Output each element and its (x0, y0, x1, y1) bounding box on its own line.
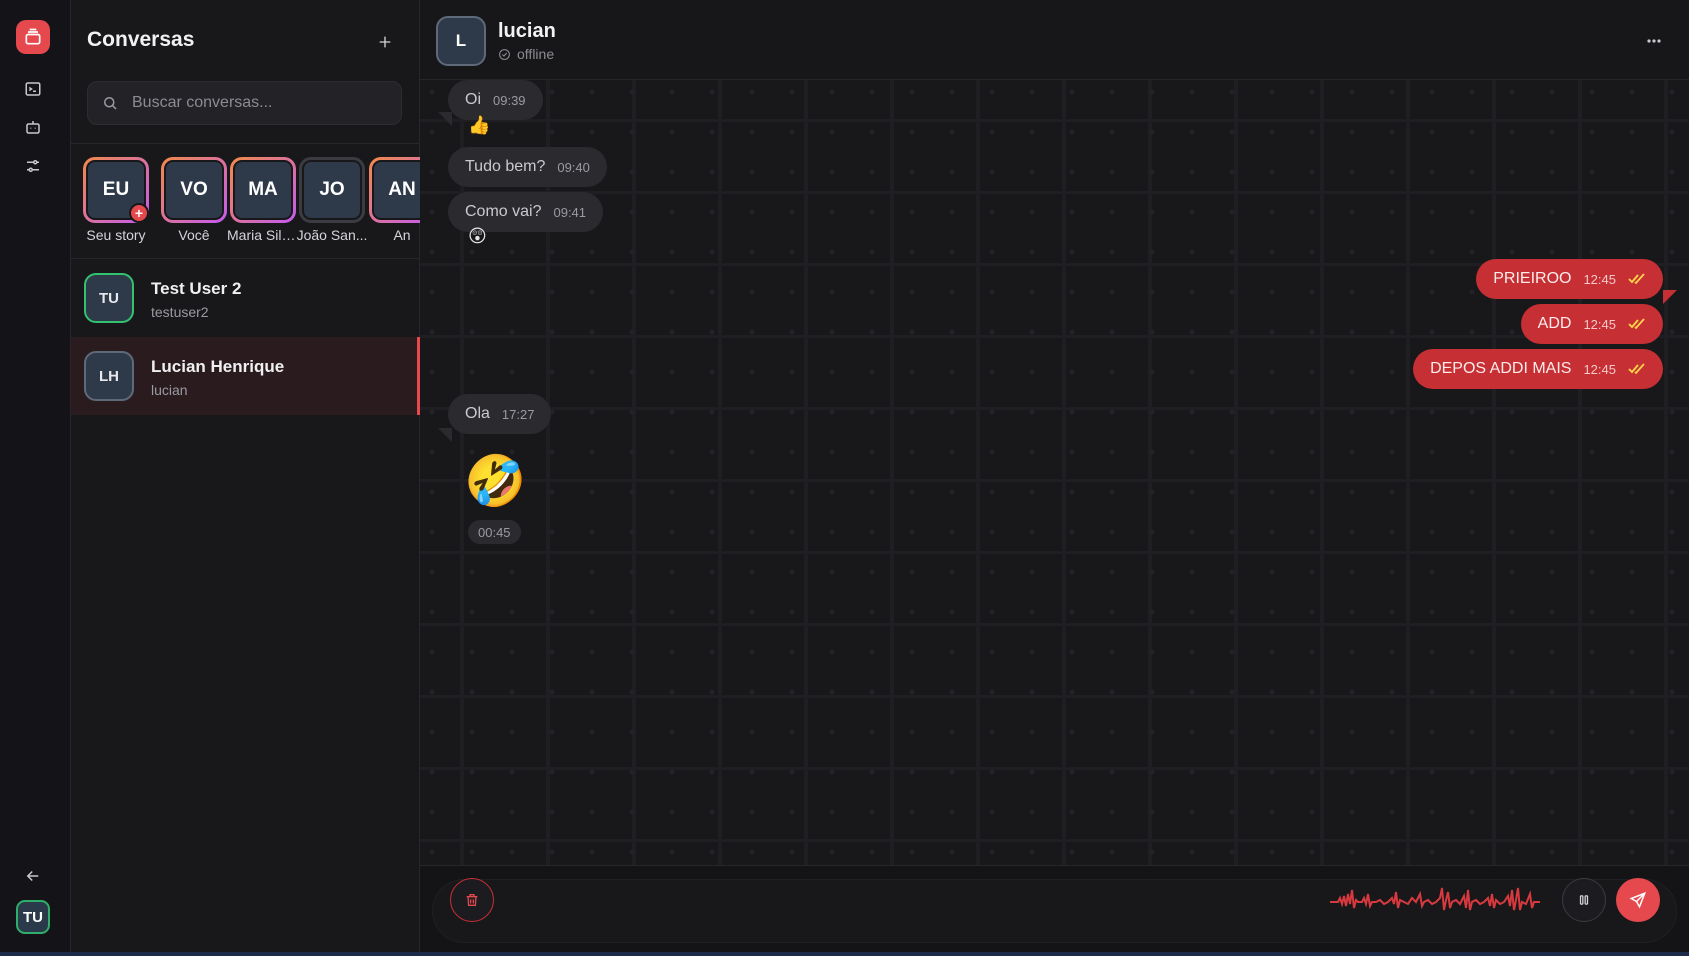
story-item[interactable]: MA Maria Silv... (227, 157, 299, 243)
contact-status: offline (498, 46, 554, 62)
more-icon (1647, 39, 1661, 43)
message-time: 12:45 (1583, 271, 1616, 287)
story-own[interactable]: EU + Seu story (80, 157, 152, 243)
terminal-icon[interactable] (20, 76, 46, 102)
message-time: 12:45 (1583, 316, 1616, 332)
send-icon (1629, 891, 1647, 909)
avatar: TU (84, 273, 134, 323)
story-initials: AN (388, 179, 416, 200)
chat-header: L lucian offline (420, 0, 1689, 80)
message-outgoing[interactable]: DEPOS ADDI MAIS 12:45 (1413, 349, 1663, 389)
discard-recording-button[interactable] (450, 878, 494, 922)
add-story-icon[interactable]: + (129, 203, 149, 223)
chat-panel: L lucian offline Oi 09:39 👍 Tudo bem? 09… (420, 0, 1689, 956)
inbox-icon[interactable] (16, 20, 50, 54)
pause-recording-button[interactable] (1562, 878, 1606, 922)
contact-avatar[interactable]: L (436, 16, 486, 66)
message-incoming[interactable]: Tudo bem? 09:40 (448, 147, 607, 187)
message-text: ADD (1537, 315, 1572, 332)
contact-name: lucian (498, 20, 556, 42)
message-text: Como vai? (465, 203, 542, 220)
user-avatar[interactable]: TU (16, 900, 50, 934)
message-text: Oi (465, 91, 481, 108)
story-label: Seu story (86, 227, 146, 243)
avatar: LH (84, 351, 134, 401)
more-options-button[interactable] (1641, 28, 1667, 54)
bubble-tail (1663, 290, 1677, 304)
bot-icon[interactable] (20, 114, 46, 140)
story-label: João San... (296, 227, 368, 243)
pause-icon (1579, 895, 1589, 905)
story-label: Maria Silv... (227, 227, 299, 243)
message-time: 09:39 (493, 92, 526, 108)
sidebar-title: Conversas (87, 28, 195, 51)
nav-rail: TU (0, 0, 71, 956)
app-root: TU Conversas EU + Seu story VO Você MA (0, 0, 1689, 956)
stories-row: EU + Seu story VO Você MA Maria Silv... J… (80, 157, 420, 247)
arrow-left-icon[interactable] (20, 863, 46, 889)
message-time: 12:45 (1583, 361, 1616, 377)
conversation-username: testuser2 (151, 304, 209, 320)
new-conversation-button[interactable] (373, 30, 397, 54)
message-text: DEPOS ADDI MAIS (1430, 360, 1572, 377)
audio-waveform (1330, 887, 1540, 911)
status-text: offline (517, 46, 555, 62)
divider (71, 143, 420, 144)
message-time: 09:40 (557, 159, 590, 175)
search-input[interactable] (132, 82, 401, 124)
double-check-icon (1628, 273, 1645, 285)
message-text: Tudo bem? (465, 158, 546, 175)
search-icon (88, 94, 132, 112)
story-item[interactable]: JO João San... (296, 157, 368, 243)
story-label: Você (178, 227, 210, 243)
message-reaction[interactable]: 👍 (468, 115, 490, 136)
story-item[interactable]: AN An (366, 157, 420, 243)
bubble-tail (438, 112, 452, 126)
story-label: An (393, 227, 411, 243)
sticker-duration: 00:45 (468, 520, 521, 544)
double-check-icon (1628, 318, 1645, 330)
conversations-sidebar: Conversas EU + Seu story VO Você MA Maria… (71, 0, 420, 956)
send-button[interactable] (1616, 878, 1660, 922)
story-initials: MA (248, 179, 278, 200)
conversation-name: Test User 2 (151, 279, 242, 298)
search-box (87, 81, 402, 125)
chat-background (420, 80, 1689, 865)
conversation-username: lucian (151, 382, 188, 398)
double-check-icon (1628, 363, 1645, 375)
window-bottom-edge (0, 952, 1689, 956)
story-item[interactable]: VO Você (158, 157, 230, 243)
conversation-name: Lucian Henrique (151, 357, 285, 376)
conversation-item-active[interactable]: LH Lucian Henrique lucian (71, 337, 420, 415)
conversation-item[interactable]: TU Test User 2 testuser2 (71, 259, 420, 337)
message-incoming[interactable]: Oi 09:39 (448, 80, 543, 120)
message-time: 17:27 (501, 406, 535, 422)
trash-icon (466, 894, 478, 906)
story-initials: JO (319, 179, 345, 200)
status-icon (499, 48, 510, 60)
message-time: 09:41 (553, 204, 587, 220)
message-text: PRIEIROO (1493, 270, 1572, 287)
message-incoming[interactable]: Ola 17:27 (448, 394, 552, 434)
sticker-message[interactable]: 🤣 (464, 452, 526, 511)
message-outgoing[interactable]: PRIEIROO 12:45 (1476, 259, 1663, 299)
sliders-icon[interactable] (20, 153, 46, 179)
bubble-tail (438, 428, 452, 442)
message-text: Ola (465, 405, 490, 422)
message-outgoing[interactable]: ADD 12:45 (1520, 304, 1663, 344)
story-initials: EU (102, 179, 130, 200)
plus-icon (379, 36, 391, 48)
story-initials: VO (180, 179, 208, 200)
message-reaction[interactable]: 😲 (468, 226, 487, 247)
